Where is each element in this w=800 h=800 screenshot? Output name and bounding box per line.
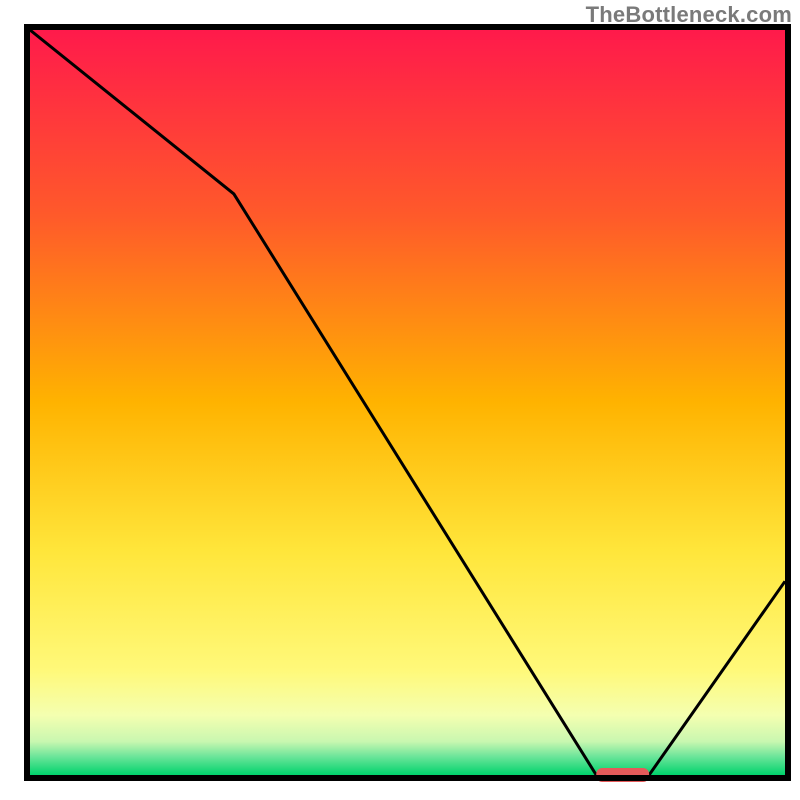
watermark-text: TheBottleneck.com	[586, 2, 792, 28]
chart-svg	[0, 0, 800, 800]
gradient-background	[30, 30, 785, 775]
chart-stage: TheBottleneck.com	[0, 0, 800, 800]
